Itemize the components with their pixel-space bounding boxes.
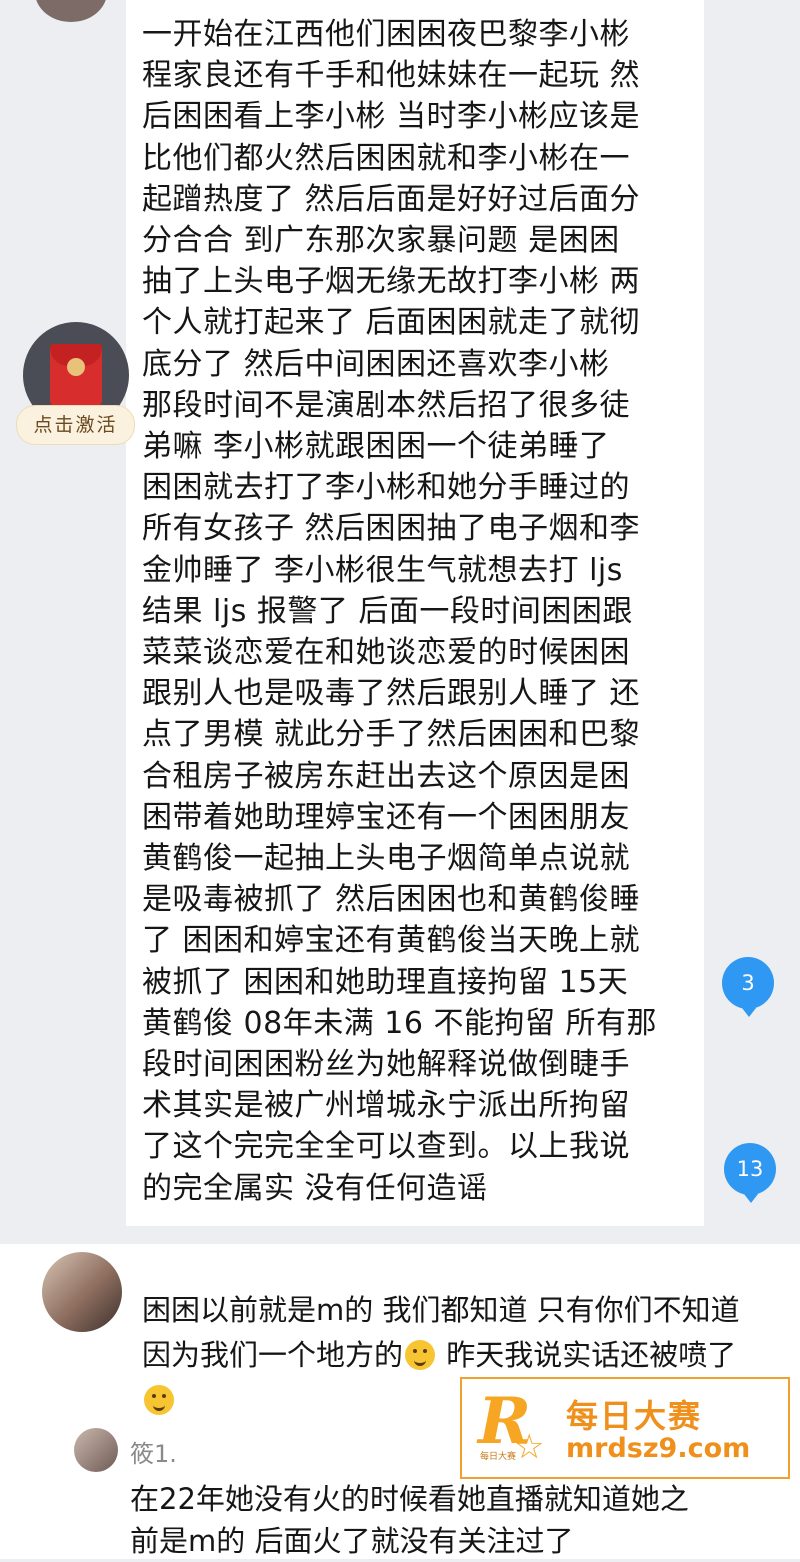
commenter-username[interactable]: 筱1.	[130, 1434, 177, 1469]
laughing-emoji-icon	[405, 1340, 436, 1370]
comment-count-badge[interactable]: 3	[722, 957, 774, 1017]
activate-button[interactable]: 点击激活	[16, 405, 135, 445]
comment-count-badge[interactable]: 13	[724, 1143, 776, 1203]
star-icon: ☆	[514, 1427, 545, 1467]
comment-text: 在22年她没有火的时候看她直播就知道她之前是m的 后面火了就没有关注过了	[130, 1482, 689, 1558]
top-user-avatar[interactable]	[35, 0, 107, 22]
watermark-url: mrdsz9.com	[566, 1433, 751, 1464]
red-envelope-icon	[50, 344, 102, 406]
commenter-avatar[interactable]	[42, 1252, 122, 1332]
comment-text-part: 昨天我说实话还被喷了	[437, 1338, 737, 1372]
commenter-avatar[interactable]	[74, 1428, 118, 1472]
site-watermark: R ☆ 每日大赛 每日大赛 mrdsz9.com	[460, 1377, 790, 1479]
awkward-smile-emoji-icon	[144, 1385, 174, 1415]
chat-message-text: 一开始在江西他们困困夜巴黎李小彬 程家良还有千手和他妹妹在一起玩 然 后困困看上…	[142, 17, 657, 1206]
watermark-logo-caption: 每日大赛	[480, 1452, 517, 1462]
watermark-title: 每日大赛	[566, 1397, 703, 1435]
